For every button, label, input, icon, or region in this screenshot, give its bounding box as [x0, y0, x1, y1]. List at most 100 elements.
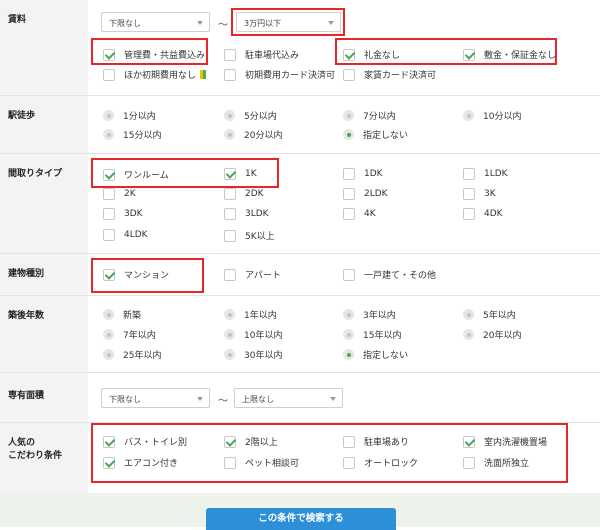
- checkbox[interactable]: [463, 435, 475, 448]
- age-option[interactable]: 10年以内: [224, 328, 282, 341]
- layout-option[interactable]: 1LDK: [463, 168, 508, 180]
- age-option[interactable]: 15年以内: [343, 328, 401, 341]
- checkbox[interactable]: [103, 48, 115, 61]
- radio[interactable]: [103, 309, 114, 320]
- walk-option[interactable]: 1分以内: [103, 109, 156, 122]
- rent-option-no-deposit[interactable]: 敷金・保証金なし: [463, 48, 556, 61]
- checkbox[interactable]: [343, 208, 355, 220]
- radio[interactable]: [224, 349, 235, 360]
- rent-option-rent-card[interactable]: 家賃カード決済可: [343, 68, 436, 81]
- checkbox[interactable]: [103, 188, 115, 200]
- checkbox[interactable]: [103, 168, 115, 181]
- radio[interactable]: [103, 110, 114, 121]
- radio[interactable]: [224, 110, 235, 121]
- age-option[interactable]: 25年以内: [103, 348, 161, 361]
- age-option[interactable]: 指定しない: [343, 348, 408, 361]
- layout-option[interactable]: 3DK: [103, 208, 143, 220]
- area-max-select[interactable]: 上限なし: [234, 388, 343, 408]
- layout-option[interactable]: 3K: [463, 188, 496, 200]
- checkbox[interactable]: [343, 456, 355, 469]
- radio[interactable]: [224, 309, 235, 320]
- checkbox[interactable]: [343, 268, 355, 281]
- building-option[interactable]: 一戸建て・その他: [343, 268, 436, 281]
- checkbox[interactable]: [343, 48, 355, 61]
- checkbox[interactable]: [224, 435, 236, 448]
- preference-option[interactable]: オートロック: [343, 456, 418, 469]
- rent-option-initial-card[interactable]: 初期費用カード決済可: [224, 68, 335, 81]
- rent-max-select[interactable]: 3万円以下: [236, 12, 341, 32]
- preference-option[interactable]: 2階以上: [224, 435, 278, 448]
- layout-option[interactable]: ワンルーム: [103, 168, 169, 181]
- rent-option-no-initial-cost[interactable]: ほか初期費用なし: [103, 68, 207, 81]
- checkbox[interactable]: [463, 168, 475, 180]
- age-option[interactable]: 7年以内: [103, 328, 156, 341]
- walk-option[interactable]: 15分以内: [103, 128, 161, 141]
- radio[interactable]: [343, 349, 354, 360]
- preference-option[interactable]: ペット相談可: [224, 456, 299, 469]
- checkbox[interactable]: [224, 48, 236, 61]
- checkbox[interactable]: [463, 456, 475, 469]
- checkbox[interactable]: [224, 168, 236, 180]
- layout-option[interactable]: 2DK: [224, 188, 264, 200]
- building-option[interactable]: アパート: [224, 268, 281, 281]
- walk-option[interactable]: 5分以内: [224, 109, 277, 122]
- checkbox[interactable]: [103, 208, 115, 220]
- checkbox[interactable]: [343, 435, 355, 448]
- preference-option[interactable]: 駐車場あり: [343, 435, 409, 448]
- rent-min-select[interactable]: 下限なし: [101, 12, 210, 32]
- checkbox[interactable]: [224, 268, 236, 281]
- checkbox[interactable]: [463, 48, 475, 61]
- radio[interactable]: [224, 329, 235, 340]
- preference-option[interactable]: エアコン付き: [103, 456, 178, 469]
- radio[interactable]: [103, 349, 114, 360]
- rent-option-no-key-money[interactable]: 礼金なし: [343, 48, 400, 61]
- age-option[interactable]: 30年以内: [224, 348, 282, 361]
- checkbox[interactable]: [103, 435, 115, 448]
- checkbox[interactable]: [224, 208, 236, 220]
- checkbox[interactable]: [103, 229, 115, 241]
- preference-option[interactable]: 室内洗濯機置場: [463, 435, 547, 448]
- walk-option[interactable]: 20分以内: [224, 128, 282, 141]
- radio[interactable]: [103, 329, 114, 340]
- layout-option[interactable]: 1DK: [343, 168, 383, 180]
- radio[interactable]: [463, 110, 474, 121]
- age-option[interactable]: 新築: [103, 308, 141, 321]
- building-option[interactable]: マンション: [103, 268, 169, 281]
- checkbox[interactable]: [103, 456, 115, 469]
- layout-option[interactable]: 2K: [103, 188, 136, 200]
- checkbox[interactable]: [103, 268, 115, 281]
- age-option[interactable]: 3年以内: [343, 308, 396, 321]
- layout-option[interactable]: 5K以上: [224, 229, 275, 242]
- age-option[interactable]: 20年以内: [463, 328, 521, 341]
- layout-option[interactable]: 2LDK: [343, 188, 388, 200]
- walk-option[interactable]: 指定しない: [343, 128, 408, 141]
- checkbox[interactable]: [343, 68, 355, 81]
- walk-option[interactable]: 10分以内: [463, 109, 521, 122]
- layout-option[interactable]: 4DK: [463, 208, 503, 220]
- radio[interactable]: [343, 329, 354, 340]
- radio[interactable]: [224, 129, 235, 140]
- radio[interactable]: [343, 129, 354, 140]
- layout-option[interactable]: 1K: [224, 168, 257, 180]
- layout-option[interactable]: 3LDK: [224, 208, 269, 220]
- layout-option[interactable]: 4LDK: [103, 229, 148, 241]
- walk-option[interactable]: 7分以内: [343, 109, 396, 122]
- radio[interactable]: [343, 110, 354, 121]
- checkbox[interactable]: [463, 208, 475, 220]
- radio[interactable]: [463, 309, 474, 320]
- radio[interactable]: [103, 129, 114, 140]
- area-min-select[interactable]: 下限なし: [101, 388, 210, 408]
- checkbox[interactable]: [103, 68, 115, 81]
- preference-option[interactable]: バス・トイレ別: [103, 435, 187, 448]
- checkbox[interactable]: [224, 68, 236, 81]
- checkbox[interactable]: [463, 188, 475, 200]
- checkbox[interactable]: [224, 456, 236, 469]
- layout-option[interactable]: 4K: [343, 208, 376, 220]
- checkbox[interactable]: [224, 229, 236, 242]
- radio[interactable]: [343, 309, 354, 320]
- age-option[interactable]: 5年以内: [463, 308, 516, 321]
- radio[interactable]: [463, 329, 474, 340]
- checkbox[interactable]: [343, 188, 355, 200]
- checkbox[interactable]: [343, 168, 355, 180]
- checkbox[interactable]: [224, 188, 236, 200]
